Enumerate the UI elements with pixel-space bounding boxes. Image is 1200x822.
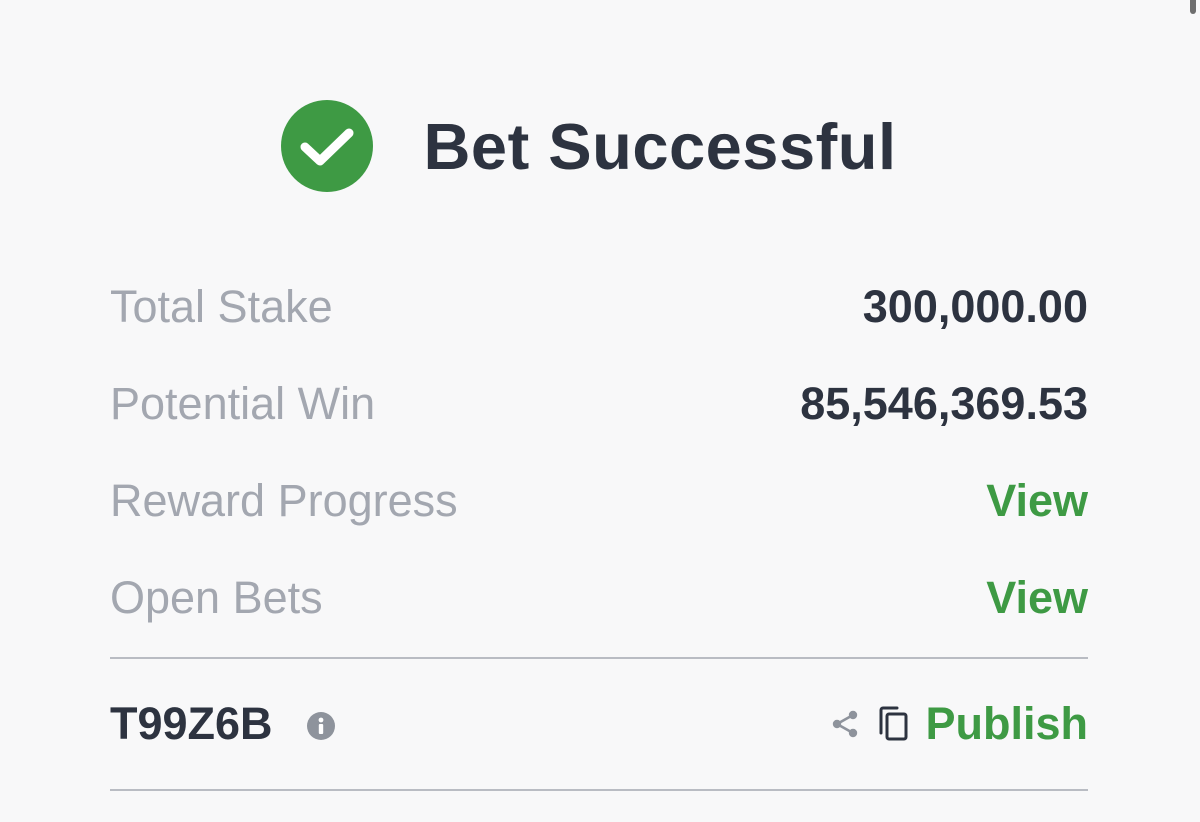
bet-confirmation-page: Bet Successful Total Stake 300,000.00 Po… xyxy=(0,0,1200,822)
potential-win-row: Potential Win 85,546,369.53 xyxy=(110,355,1088,452)
info-icon[interactable] xyxy=(306,712,335,740)
divider-bottom xyxy=(110,789,1088,791)
total-stake-label: Total Stake xyxy=(110,280,333,332)
divider-top xyxy=(110,657,1088,659)
reward-progress-view-link[interactable]: View xyxy=(986,475,1088,527)
bet-summary: Total Stake 300,000.00 Potential Win 85,… xyxy=(110,258,1088,646)
copy-icon[interactable] xyxy=(877,705,911,743)
page-title: Bet Successful xyxy=(423,109,897,183)
confirmation-header: Bet Successful xyxy=(0,100,1200,192)
booking-code: T99Z6B xyxy=(110,698,273,749)
reward-progress-row: Reward Progress View xyxy=(110,452,1088,549)
reward-progress-label: Reward Progress xyxy=(110,474,458,526)
share-icon[interactable] xyxy=(829,708,861,740)
publish-button[interactable]: Publish xyxy=(925,698,1088,750)
booking-code-row: T99Z6B Publish xyxy=(110,674,1088,774)
open-bets-row: Open Bets View xyxy=(110,549,1088,646)
open-bets-label: Open Bets xyxy=(110,571,323,623)
potential-win-value: 85,546,369.53 xyxy=(800,377,1088,429)
potential-win-label: Potential Win xyxy=(110,377,376,429)
open-bets-view-link[interactable]: View xyxy=(986,572,1088,624)
check-circle-icon xyxy=(281,100,374,192)
total-stake-value: 300,000.00 xyxy=(862,280,1088,332)
booking-actions: Publish xyxy=(829,698,1088,750)
booking-code-group: T99Z6B xyxy=(110,698,335,750)
total-stake-row: Total Stake 300,000.00 xyxy=(110,258,1088,355)
scrollbar-thumb[interactable] xyxy=(1190,0,1196,14)
